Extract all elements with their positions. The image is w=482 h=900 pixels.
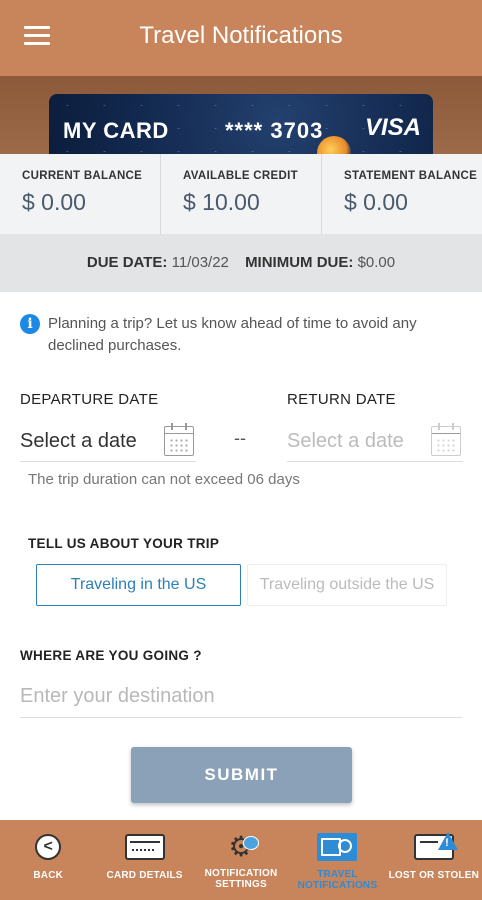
- destination-input[interactable]: [20, 676, 462, 718]
- departure-date-label: DEPARTURE DATE: [20, 391, 159, 408]
- traveling-outside-us-option[interactable]: Traveling outside the US: [247, 564, 447, 606]
- card-banner: MY CARD **** 3703 VISA: [0, 76, 482, 154]
- minimum-due-label: MINIMUM DUE:: [245, 254, 354, 271]
- due-info-bar: DUE DATE: 11/03/22 MINIMUM DUE: $0.00: [0, 234, 482, 292]
- nav-lost-or-stolen-label: LOST OR STOLEN: [388, 870, 480, 881]
- nav-travel-notifications-label: TRAVEL NOTIFICATIONS: [297, 869, 378, 891]
- visa-logo: VISA: [364, 114, 421, 141]
- nav-travel-notifications[interactable]: TRAVEL NOTIFICATIONS: [289, 820, 385, 900]
- departure-date-field[interactable]: Select a date: [20, 420, 196, 462]
- info-message: i Planning a trip? Let us know ahead of …: [20, 313, 470, 357]
- nav-back-label: BACK: [33, 870, 64, 881]
- gear-chat-icon: ⚙: [221, 832, 261, 862]
- info-icon: i: [20, 314, 40, 334]
- available-credit: AVAILABLE CREDIT $ 10.00: [161, 154, 322, 234]
- statement-balance-label: STATEMENT BALANCE: [344, 170, 478, 182]
- traveling-in-us-option[interactable]: Traveling in the US: [36, 564, 241, 606]
- info-text: Planning a trip? Let us know ahead of ti…: [48, 315, 417, 354]
- nav-notification-settings[interactable]: ⚙ NOTIFICATION SETTINGS: [193, 820, 289, 900]
- return-date-placeholder: Select a date: [287, 430, 404, 452]
- return-date-field[interactable]: Select a date: [287, 420, 463, 462]
- date-separator: --: [234, 428, 246, 448]
- available-credit-label: AVAILABLE CREDIT: [183, 170, 298, 182]
- card-number: **** 3703: [225, 118, 324, 143]
- nav-notification-settings-label: NOTIFICATION SETTINGS: [204, 868, 278, 890]
- due-date-label: DUE DATE:: [86, 254, 168, 271]
- balance-summary: CURRENT BALANCE $ 0.00 AVAILABLE CREDIT …: [0, 154, 482, 234]
- card-name: MY CARD: [63, 118, 169, 143]
- app-bar: Travel Notifications: [0, 0, 482, 76]
- nav-lost-or-stolen[interactable]: ! LOST OR STOLEN: [386, 820, 482, 900]
- current-balance: CURRENT BALANCE $ 0.00: [0, 154, 161, 234]
- submit-button[interactable]: SUBMIT: [131, 747, 352, 803]
- lost-card-icon: !: [413, 832, 458, 864]
- card-icon: [124, 834, 165, 864]
- back-icon: <: [28, 834, 68, 864]
- nav-back[interactable]: < BACK: [0, 820, 96, 900]
- calendar-icon[interactable]: [164, 423, 194, 456]
- current-balance-value: $ 0.00: [22, 189, 86, 215]
- statement-balance: STATEMENT BALANCE $ 0.00: [322, 154, 482, 234]
- credit-card-image: MY CARD **** 3703 VISA: [49, 94, 433, 154]
- nav-card-details[interactable]: CARD DETAILS: [96, 820, 192, 900]
- duration-hint: The trip duration can not exceed 06 days: [28, 471, 300, 488]
- travel-icon: [317, 833, 358, 863]
- statement-balance-value: $ 0.00: [344, 189, 408, 215]
- return-date-label: RETURN DATE: [287, 391, 396, 408]
- calendar-icon[interactable]: [431, 423, 461, 456]
- departure-date-placeholder: Select a date: [20, 430, 137, 452]
- current-balance-label: CURRENT BALANCE: [22, 170, 143, 182]
- bottom-nav: < BACK CARD DETAILS ⚙ NOTIFICATION SETTI…: [0, 820, 482, 900]
- page-title: Travel Notifications: [139, 22, 343, 49]
- destination-label: WHERE ARE YOU GOING ?: [20, 648, 202, 663]
- trip-type-label: TELL US ABOUT YOUR TRIP: [28, 536, 220, 551]
- due-date-value: 11/03/22: [171, 254, 229, 271]
- nav-card-details-label: CARD DETAILS: [106, 870, 183, 881]
- available-credit-value: $ 10.00: [183, 189, 260, 215]
- minimum-due-value: $0.00: [357, 254, 396, 271]
